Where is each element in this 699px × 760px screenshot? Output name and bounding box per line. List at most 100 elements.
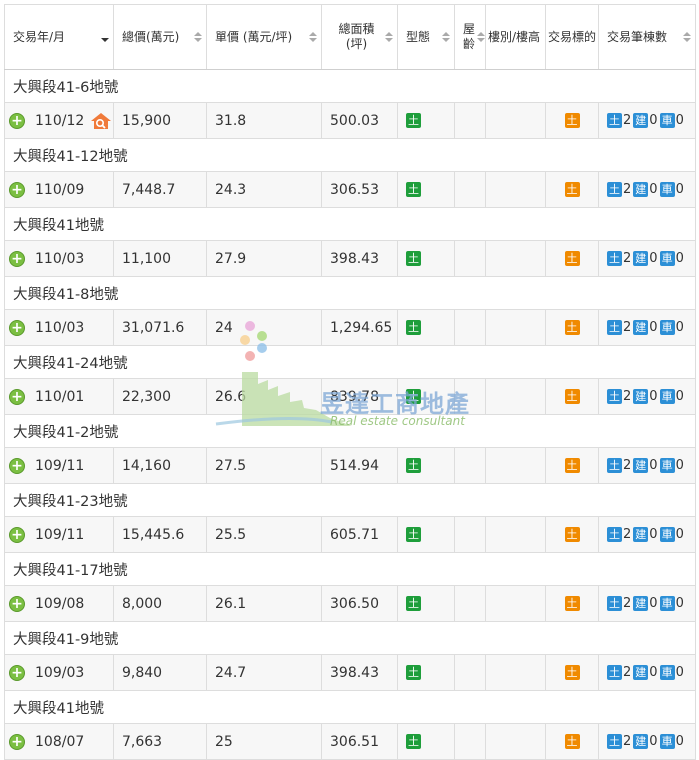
expand-plus-icon[interactable]: + bbox=[9, 112, 25, 129]
land-count: 2 bbox=[623, 665, 632, 680]
total-price-cell: 31,071.6 bbox=[113, 309, 207, 346]
type-cell: 土 bbox=[397, 516, 455, 553]
building-count-badge: 建 bbox=[633, 182, 649, 197]
land-target-badge: 土 bbox=[564, 113, 580, 128]
building-count: 0 bbox=[649, 596, 658, 611]
area-cell: 398.43 bbox=[321, 240, 398, 277]
count-cell: 土2建0車0 bbox=[598, 654, 696, 691]
land-type-badge: 土 bbox=[406, 182, 421, 197]
target-cell: 土 bbox=[545, 585, 599, 622]
age-cell bbox=[454, 585, 486, 622]
transaction-date: 110/09 bbox=[35, 181, 85, 198]
unit-price-cell: 31.8 bbox=[206, 102, 322, 139]
date-cell: +110/12 bbox=[4, 102, 114, 139]
unit-price-cell: 24.3 bbox=[206, 171, 322, 208]
count-cell: 土2建0車0 bbox=[598, 378, 696, 415]
type-cell: 土 bbox=[397, 723, 455, 760]
floor-cell bbox=[485, 378, 546, 415]
address-row: 大興段41-8地號 bbox=[4, 276, 696, 310]
land-target-badge: 土 bbox=[564, 320, 580, 335]
building-count: 0 bbox=[649, 320, 658, 335]
table-row: +110/12 15,900 31.8 500.03 土土土 2 建 0 車 0 bbox=[4, 102, 696, 139]
type-cell: 土 bbox=[397, 654, 455, 691]
table-body: 大興段41-6地號 +110/12 15,900 31.8 500.03 土土土 2 建 0 車 0… bbox=[4, 69, 696, 760]
floor-cell bbox=[485, 240, 546, 277]
count-cell: 土2建0車0 bbox=[598, 447, 696, 484]
building-count-badge: 建 bbox=[633, 458, 649, 473]
column-header-8: 交易標的 bbox=[545, 4, 599, 70]
parking-count: 0 bbox=[675, 527, 684, 542]
total-price-cell: 15,900 bbox=[113, 102, 207, 139]
age-cell bbox=[454, 654, 486, 691]
expand-plus-icon[interactable]: + bbox=[9, 733, 25, 750]
land-count: 2 bbox=[623, 320, 632, 335]
column-header-2[interactable]: 總價(萬元) bbox=[113, 4, 207, 70]
sort-icon bbox=[194, 32, 202, 42]
column-header-label: 總面積 (坪) bbox=[338, 22, 375, 51]
transaction-date: 109/08 bbox=[35, 595, 85, 612]
total-price-cell: 7,663 bbox=[113, 723, 207, 760]
expand-plus-icon[interactable]: + bbox=[9, 664, 25, 681]
count-cell: 土2建0車0 bbox=[598, 171, 696, 208]
table-row: +109/11 14,160 27.5 514.94 土土土 2 建 0 車 0 bbox=[4, 447, 696, 484]
column-header-1[interactable]: 交易年/月 bbox=[4, 4, 114, 70]
unit-price-cell: 27.5 bbox=[206, 447, 322, 484]
table-row: +109/03 9,840 24.7 398.43 土土土 2 建 0 車 0 bbox=[4, 654, 696, 691]
land-count: 2 bbox=[623, 458, 632, 473]
floor-cell bbox=[485, 516, 546, 553]
expand-plus-icon[interactable]: + bbox=[9, 388, 25, 405]
type-cell: 土 bbox=[397, 240, 455, 277]
column-header-6[interactable]: 屋齡 bbox=[454, 4, 486, 70]
parking-count-badge: 車 bbox=[659, 320, 675, 335]
area-cell: 306.53 bbox=[321, 171, 398, 208]
age-cell bbox=[454, 240, 486, 277]
expand-plus-icon[interactable]: + bbox=[9, 181, 25, 198]
total-price-cell: 15,445.6 bbox=[113, 516, 207, 553]
type-cell: 土 bbox=[397, 102, 455, 139]
expand-plus-icon[interactable]: + bbox=[9, 595, 25, 612]
house-search-icon[interactable] bbox=[90, 112, 112, 130]
column-header-9[interactable]: 交易筆棟數 bbox=[598, 4, 696, 70]
column-header-7: 樓別/樓高 bbox=[485, 4, 546, 70]
table-row: +110/03 11,100 27.9 398.43 土土土 2 建 0 車 0 bbox=[4, 240, 696, 277]
column-header-4[interactable]: 總面積 (坪) bbox=[321, 4, 398, 70]
building-count: 0 bbox=[649, 389, 658, 404]
address-cell: 大興段41-9地號 bbox=[4, 621, 696, 655]
land-count: 2 bbox=[623, 527, 632, 542]
date-cell: +109/08 bbox=[4, 585, 114, 622]
transaction-date: 108/07 bbox=[35, 733, 85, 750]
column-header-3[interactable]: 單價 (萬元/坪) bbox=[206, 4, 322, 70]
land-target-badge: 土 bbox=[564, 182, 580, 197]
expand-plus-icon[interactable]: + bbox=[9, 250, 25, 267]
column-header-label: 交易標的 bbox=[548, 29, 597, 44]
age-cell bbox=[454, 378, 486, 415]
expand-plus-icon[interactable]: + bbox=[9, 319, 25, 336]
floor-cell bbox=[485, 447, 546, 484]
transaction-date: 109/11 bbox=[35, 526, 85, 543]
column-header-5[interactable]: 型態 bbox=[397, 4, 455, 70]
expand-plus-icon[interactable]: + bbox=[9, 457, 25, 474]
date-cell: +110/09 bbox=[4, 171, 114, 208]
parking-count: 0 bbox=[675, 251, 684, 266]
count-cell: 土2建0車0 bbox=[598, 102, 696, 139]
count-cell: 土2建0車0 bbox=[598, 309, 696, 346]
target-cell: 土 bbox=[545, 378, 599, 415]
table-header-row: 交易年/月 總價(萬元) 單價 (萬元/坪) 總面積 (坪) 型態 屋齡 樓別/樓高 交易標的… bbox=[4, 4, 696, 70]
transaction-table-container: 交易年/月 總價(萬元) 單價 (萬元/坪) 總面積 (坪) 型態 屋齡 樓別/樓高 交易標的… bbox=[4, 4, 696, 760]
land-type-badge: 土 bbox=[406, 113, 421, 128]
parking-count: 0 bbox=[675, 596, 684, 611]
column-header-label: 總價(萬元) bbox=[122, 29, 180, 44]
parking-count-badge: 車 bbox=[659, 113, 675, 128]
target-cell: 土 bbox=[545, 447, 599, 484]
land-count-badge: 土 bbox=[607, 458, 622, 473]
area-cell: 306.50 bbox=[321, 585, 398, 622]
building-count-badge: 建 bbox=[633, 113, 649, 128]
type-cell: 土 bbox=[397, 171, 455, 208]
floor-cell bbox=[485, 171, 546, 208]
target-cell: 土 bbox=[545, 309, 599, 346]
unit-price-cell: 25.5 bbox=[206, 516, 322, 553]
column-header-label: 屋齡 bbox=[463, 22, 476, 51]
expand-plus-icon[interactable]: + bbox=[9, 526, 25, 543]
floor-cell bbox=[485, 723, 546, 760]
target-cell: 土 bbox=[545, 654, 599, 691]
